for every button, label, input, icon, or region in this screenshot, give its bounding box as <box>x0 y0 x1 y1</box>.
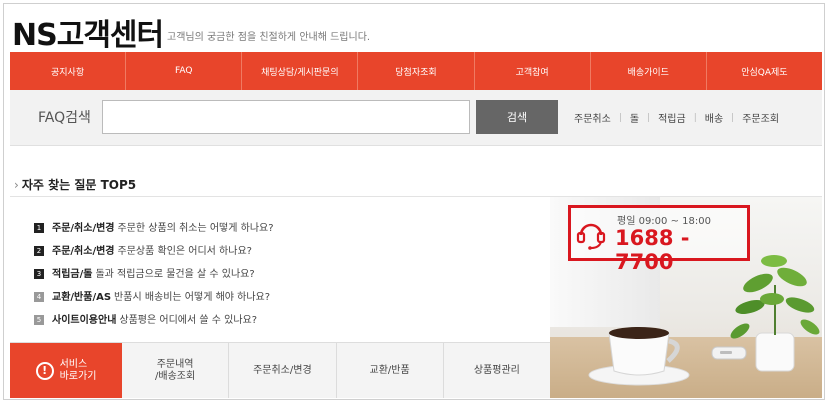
quick-link-shipping[interactable]: 배송 <box>697 110 731 125</box>
service-order-cancel[interactable]: 주문취소/변경 <box>229 343 337 398</box>
rank-badge: 4 <box>34 292 44 302</box>
question-text: 주문한 상품의 취소는 어떻게 하나요? <box>117 223 274 234</box>
nav-winners[interactable]: 당첨자조회 <box>358 52 475 90</box>
nav-chat-inquiry[interactable]: 채팅상담/게시판문의 <box>242 52 359 90</box>
faq-question-item[interactable]: 3 적립금/돌 돌과 적립금으로 물건을 살 수 있나요? <box>34 265 255 280</box>
service-shortcut-label-line2: 바로가기 <box>59 370 97 382</box>
service-exchange-return[interactable]: 교환/반품 <box>337 343 444 398</box>
main-nav: 공지사항 FAQ 채팅상담/게시판문의 당첨자조회 고객참여 배송가이드 안심Q… <box>10 52 822 90</box>
faq-question-item[interactable]: 5 사이트이용안내 상품평은 어디에서 쓸 수 있나요? <box>34 311 257 326</box>
quick-link-order-cancel[interactable]: 주문취소 <box>566 110 619 125</box>
faq-question-item[interactable]: 1 주문/취소/변경 주문한 상품의 취소는 어떻게 하나요? <box>34 219 274 234</box>
service-shortcut-main[interactable]: ! 서비스 바로가기 <box>10 343 122 398</box>
service-shortcut-bar: ! 서비스 바로가기 주문내역 /배송조회 주문취소/변경 교환/반품 상품평관… <box>10 342 550 398</box>
question-category: 주문/취소/변경 <box>52 246 115 257</box>
faq-search-label: FAQ검색 <box>38 110 91 126</box>
question-category: 주문/취소/변경 <box>52 223 115 234</box>
rank-badge: 3 <box>34 269 44 279</box>
faq-search-button[interactable]: 검색 <box>476 100 558 134</box>
call-center-banner: 평일 09:00 ~ 18:00 1688 - 7700 <box>550 196 822 398</box>
rank-badge: 1 <box>34 223 44 233</box>
service-shortcut-label-line1: 서비스 <box>59 358 88 370</box>
nav-faq[interactable]: FAQ <box>126 52 243 90</box>
question-text: 주문상품 확인은 어디서 하나요? <box>117 246 252 257</box>
chevron-right-icon: › <box>14 178 19 192</box>
question-category: 적립금/돌 <box>52 269 93 280</box>
quick-link-order-lookup[interactable]: 주문조회 <box>734 110 787 125</box>
service-order-history-line2: /배송조회 <box>155 370 196 382</box>
faq-search-input[interactable] <box>102 100 470 134</box>
nav-notice[interactable]: 공지사항 <box>10 52 127 90</box>
site-tagline: 고객님의 궁금한 점을 친절하게 안내해 드립니다. <box>167 32 371 43</box>
call-center-box: 평일 09:00 ~ 18:00 1688 - 7700 <box>568 205 750 274</box>
site-title[interactable]: NS고객센터 <box>12 10 164 54</box>
alert-icon: ! <box>35 361 54 380</box>
faq-question-item[interactable]: 4 교환/반품/AS 반품시 배송비는 어떻게 해야 하나요? <box>34 288 270 303</box>
phone-number[interactable]: 1688 - 7700 <box>615 226 747 274</box>
business-hours: 평일 09:00 ~ 18:00 <box>617 216 711 227</box>
top5-title-text: 자주 찾는 질문 TOP5 <box>21 178 137 192</box>
service-order-history-line1: 주문내역 <box>156 358 194 370</box>
nav-shipping-guide[interactable]: 배송가이드 <box>591 52 707 90</box>
coffee-cup-illustration <box>588 327 690 386</box>
nav-qa-system[interactable]: 안심QA제도 <box>707 52 822 90</box>
faq-quick-links: 주문취소 | 돌 | 적립금 | 배송 | 주문조회 <box>566 110 787 126</box>
top5-question-list: 1 주문/취소/변경 주문한 상품의 취소는 어떻게 하나요? 2 주문/취소/변경 주… <box>10 196 550 342</box>
question-text: 상품평은 어디에서 쓸 수 있나요? <box>119 315 258 326</box>
service-order-history[interactable]: 주문내역 /배송조회 <box>122 343 230 398</box>
question-text: 반품시 배송비는 어떻게 해야 하나요? <box>114 292 271 303</box>
rank-badge: 2 <box>34 246 44 256</box>
question-text: 돌과 적립금으로 물건을 살 수 있나요? <box>95 269 255 280</box>
faq-search-bar: FAQ검색 검색 주문취소 | 돌 | 적립금 | 배송 | 주문조회 <box>10 90 822 146</box>
service-shortcut-label: 서비스 바로가기 <box>60 359 97 383</box>
question-category: 사이트이용안내 <box>52 315 117 326</box>
rank-badge: 5 <box>34 315 44 325</box>
page-frame: NS고객센터 고객님의 궁금한 점을 친절하게 안내해 드립니다. 공지사항 F… <box>3 3 825 400</box>
service-review-manage[interactable]: 상품평관리 <box>444 343 550 398</box>
faq-question-item[interactable]: 2 주문/취소/변경 주문상품 확인은 어디서 하나요? <box>34 242 252 257</box>
top5-heading: › 자주 찾는 질문 TOP5 <box>14 176 136 193</box>
question-category: 교환/반품/AS <box>52 292 112 303</box>
service-order-history-label: 주문내역 /배송조회 <box>155 359 195 383</box>
quick-link-dol[interactable]: 돌 <box>622 110 647 125</box>
nav-customer-participation[interactable]: 고객참여 <box>475 52 591 90</box>
quick-link-points[interactable]: 적립금 <box>650 110 694 125</box>
headset-icon <box>576 223 606 250</box>
